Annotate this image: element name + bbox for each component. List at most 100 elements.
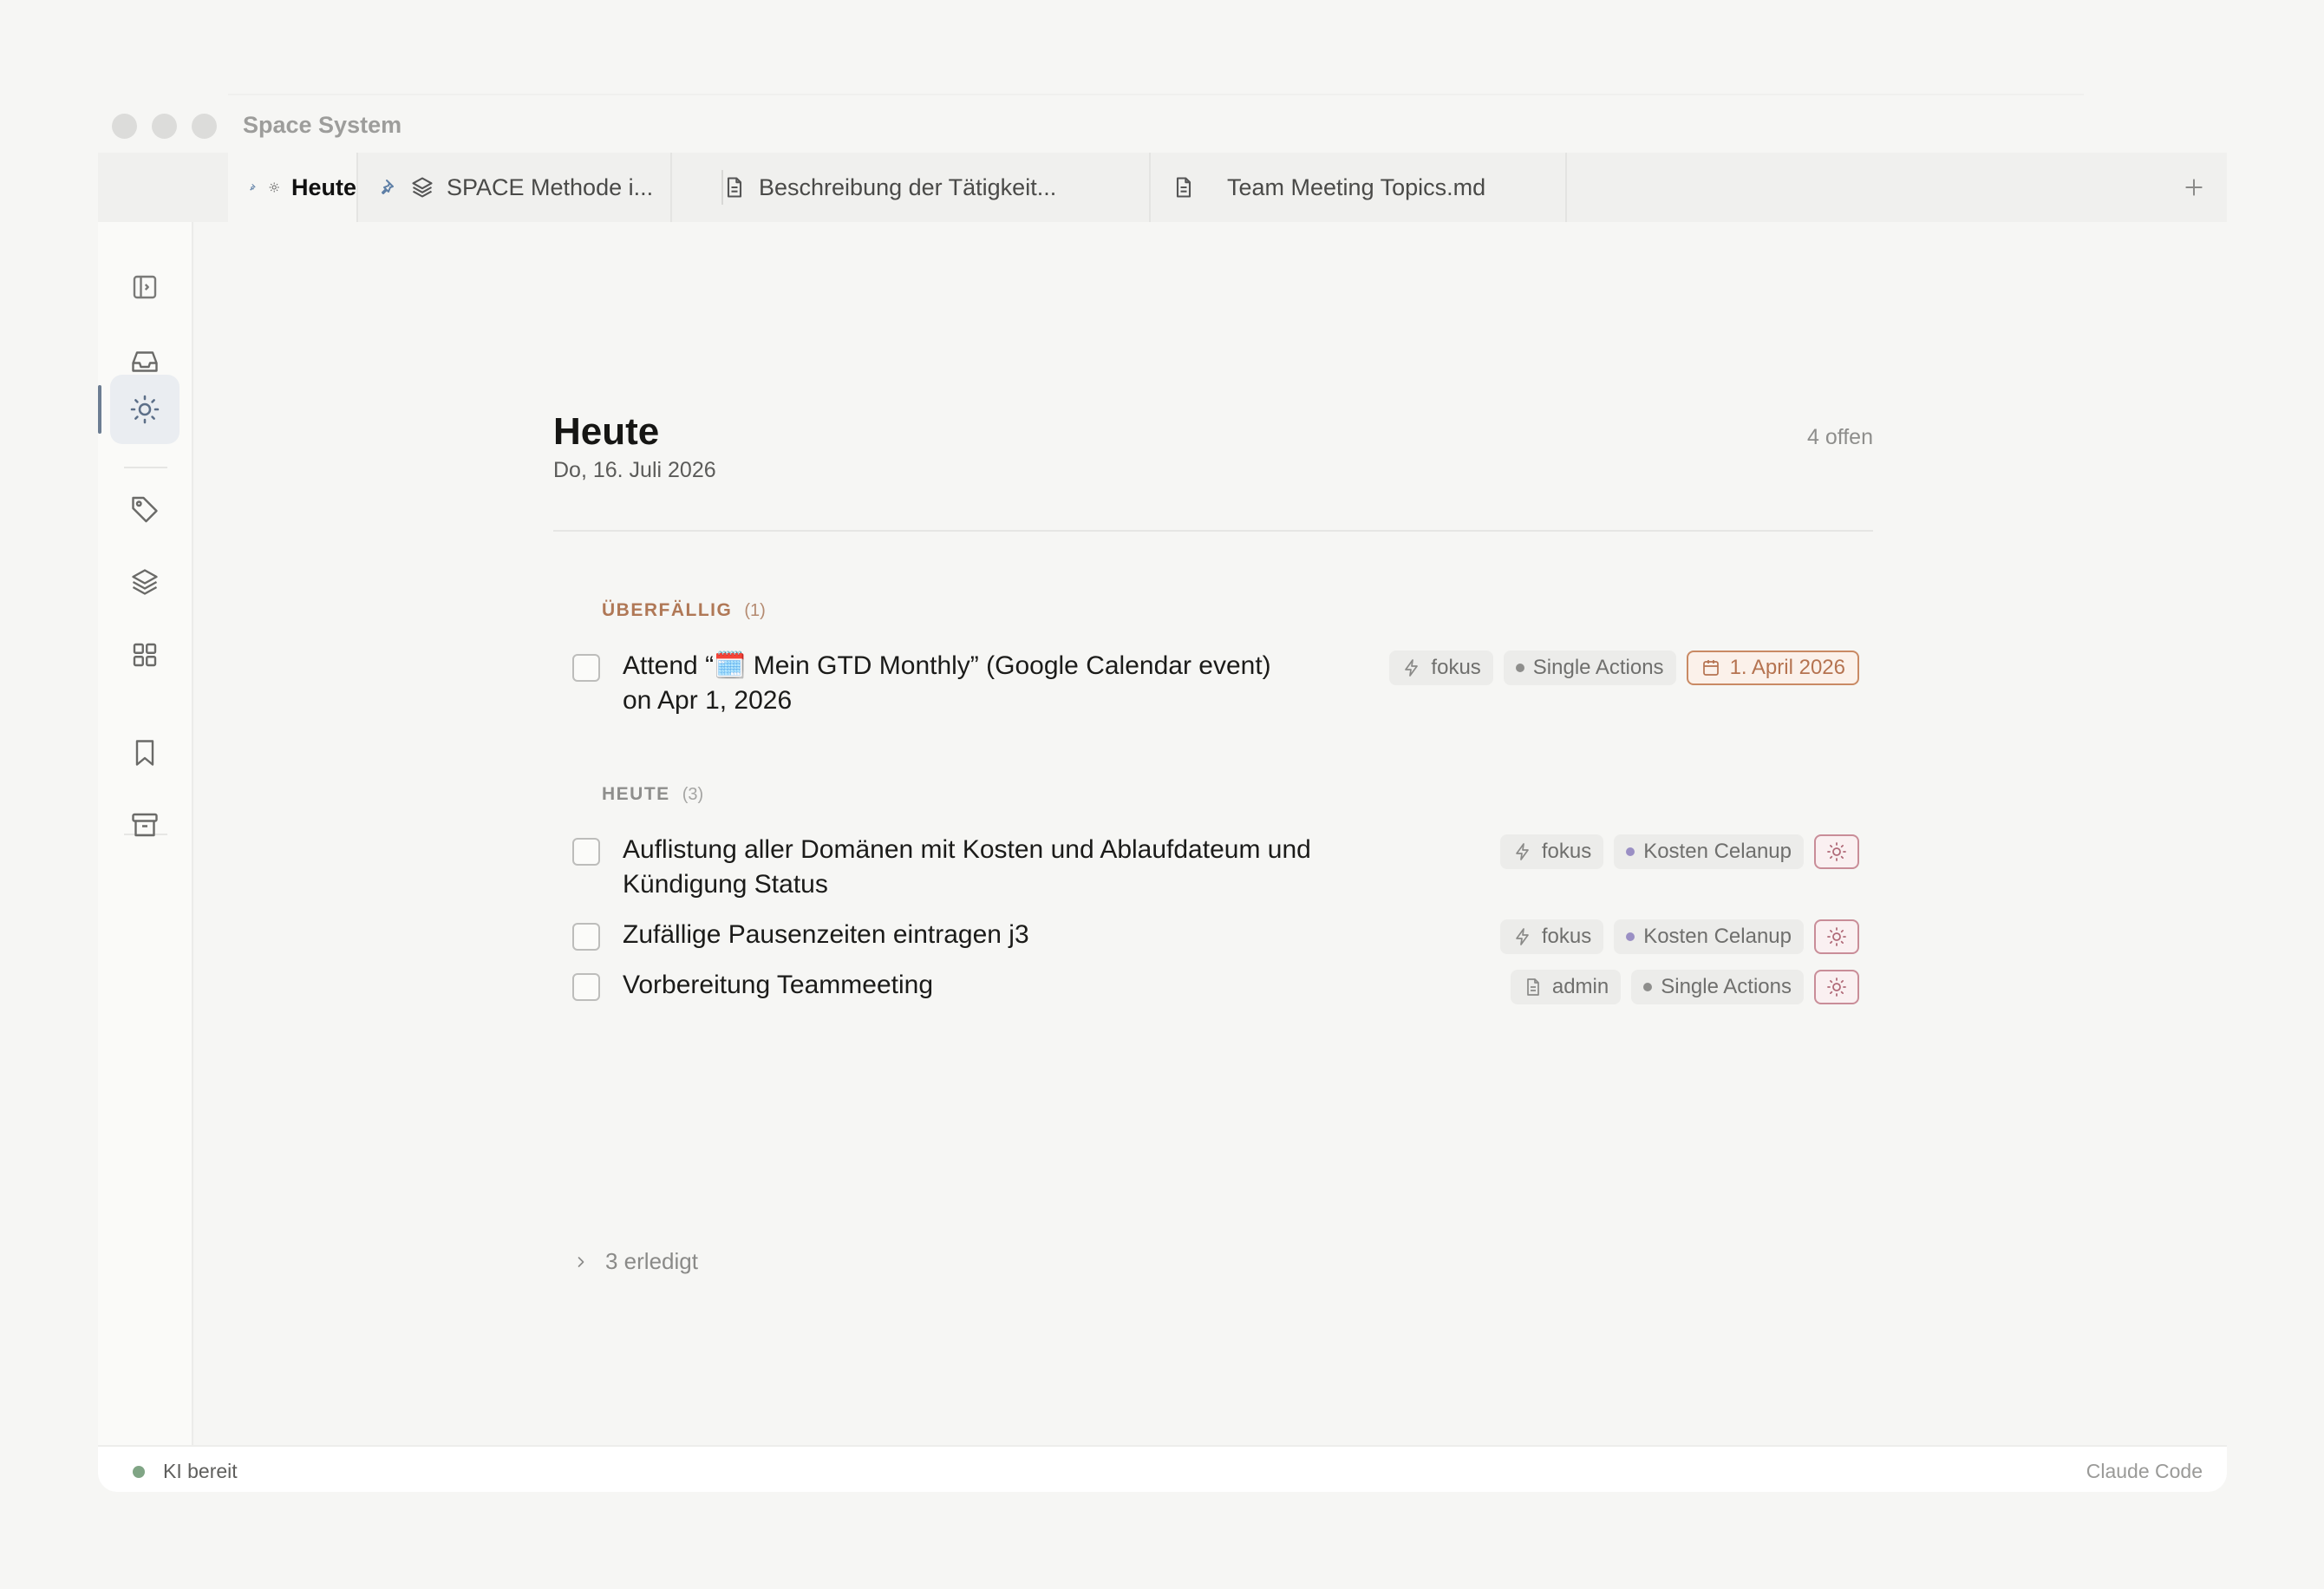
- pin-icon: [382, 180, 394, 194]
- task-title[interactable]: Vorbereitung Teammeeting: [623, 968, 1334, 1003]
- sidebar-item-today[interactable]: [110, 375, 180, 444]
- section-label-today: HEUTE (3): [602, 784, 703, 805]
- document-icon: [1176, 177, 1191, 198]
- task-checkbox[interactable]: [572, 973, 600, 1001]
- plus-icon: [2185, 179, 2203, 196]
- app-window: Space System Heute SPACE Methode i... Be…: [98, 94, 2227, 1492]
- tab-label: Heute: [290, 173, 356, 200]
- tag-label: Kosten Celanup: [1643, 840, 1792, 863]
- tab-label: SPACE Methode i...: [447, 173, 654, 200]
- task-checkbox[interactable]: [572, 923, 600, 951]
- task-checkbox[interactable]: [572, 654, 600, 682]
- sun-icon: [269, 182, 279, 193]
- tag-label: fokus: [1541, 840, 1592, 863]
- tag-label: Single Actions: [1532, 656, 1664, 679]
- project-dot: [1626, 847, 1635, 856]
- page-title: Heute: [553, 410, 660, 453]
- project-dot: [1626, 932, 1635, 941]
- section-label-overdue: ÜBERFÄLLIG (1): [602, 600, 766, 621]
- due-date-label: 1. April 2026: [1729, 656, 1845, 679]
- context-tag[interactable]: fokus: [1499, 919, 1604, 954]
- header-divider: [553, 530, 1873, 532]
- sun-icon: [130, 395, 160, 424]
- page-date: Do, 16. Juli 2026: [553, 458, 716, 482]
- task-tags: fokus Kosten Celanup: [1499, 834, 1859, 869]
- tag-label: admin: [1551, 975, 1609, 998]
- new-tab-button[interactable]: [2177, 170, 2211, 205]
- tab-beschreibung[interactable]: Beschreibung der Tätigkeit...: [672, 153, 1151, 222]
- chevron-right-icon: [578, 1256, 584, 1267]
- context-tag[interactable]: admin: [1510, 970, 1622, 1004]
- tab-label: Beschreibung der Tätigkeit...: [759, 173, 1057, 200]
- sidebar-item-tags[interactable]: [110, 474, 180, 543]
- section-count: (1): [744, 601, 766, 620]
- status-provider[interactable]: Claude Code: [2086, 1460, 2203, 1483]
- project-tag[interactable]: Single Actions: [1503, 651, 1676, 685]
- sun-icon: [1827, 978, 1846, 997]
- task-title[interactable]: Zufällige Pausenzeiten eintragen j3: [623, 918, 1334, 952]
- context-tag[interactable]: fokus: [1499, 834, 1604, 869]
- today-badge[interactable]: [1814, 970, 1859, 1004]
- section-title: ÜBERFÄLLIG: [602, 600, 733, 620]
- sidebar-item-areas[interactable]: [110, 620, 180, 690]
- completed-toggle[interactable]: 3 erledigt: [572, 1248, 698, 1275]
- section-count: (3): [682, 785, 704, 804]
- task-title[interactable]: Auflistung aller Domänen mit Kosten und …: [623, 833, 1334, 902]
- tab-space-methode[interactable]: SPACE Methode i...: [358, 153, 672, 222]
- document-icon: [1527, 978, 1539, 996]
- section-title: HEUTE: [602, 784, 670, 804]
- completed-label: 3 erledigt: [605, 1248, 698, 1274]
- layers-icon: [412, 177, 433, 198]
- today-badge[interactable]: [1814, 919, 1859, 954]
- pin-icon: [250, 184, 256, 191]
- status-text: KI bereit: [163, 1460, 238, 1482]
- bolt-icon: [1515, 843, 1529, 860]
- tab-bar: Heute SPACE Methode i... Beschreibung de…: [98, 153, 2227, 222]
- task-checkbox[interactable]: [572, 838, 600, 866]
- tag-label: fokus: [1431, 656, 1481, 679]
- status-bar: KI bereit Claude Code: [98, 1445, 2227, 1492]
- sun-icon: [1827, 842, 1846, 861]
- task-title-line: Auflistung aller Domänen mit Kosten und …: [623, 835, 1311, 864]
- status-indicator: [133, 1466, 145, 1478]
- tab-team-meeting[interactable]: Team Meeting Topics.md: [1151, 153, 1567, 222]
- project-tag[interactable]: Single Actions: [1631, 970, 1804, 1004]
- project-tag[interactable]: Kosten Celanup: [1614, 919, 1804, 954]
- context-tag[interactable]: fokus: [1389, 651, 1493, 685]
- sidebar-toggle-icon: [133, 275, 157, 299]
- project-dot: [1643, 983, 1653, 991]
- bolt-icon: [1405, 659, 1419, 677]
- sun-icon: [1827, 927, 1846, 946]
- grid-icon: [133, 643, 157, 667]
- minimize-window-button[interactable]: [152, 114, 177, 139]
- sidebar-toggle-button[interactable]: [110, 252, 180, 322]
- today-badge[interactable]: [1814, 834, 1859, 869]
- maximize-window-button[interactable]: [192, 114, 217, 139]
- due-date-badge[interactable]: 1. April 2026: [1686, 651, 1859, 685]
- active-indicator: [98, 385, 101, 434]
- task-title-line: on Apr 1, 2026: [623, 686, 793, 715]
- project-tag[interactable]: Kosten Celanup: [1614, 834, 1804, 869]
- tag-label: Kosten Celanup: [1643, 925, 1792, 948]
- tag-label: fokus: [1541, 925, 1592, 948]
- task-tags: admin Single Actions: [1510, 970, 1859, 1004]
- calendar-icon: [1702, 660, 1719, 676]
- task-title-line: Attend “🗓️ Mein GTD Monthly” (Google Cal…: [623, 651, 1271, 680]
- close-window-button[interactable]: [112, 114, 137, 139]
- sidebar-item-projects[interactable]: [110, 547, 180, 617]
- tab-heute[interactable]: Heute: [228, 153, 358, 222]
- sidebar-item-archive[interactable]: [110, 790, 180, 860]
- sidebar: [98, 222, 193, 1445]
- tab-label: Team Meeting Topics.md: [1227, 173, 1486, 200]
- sidebar-item-bookmarks[interactable]: [110, 718, 180, 788]
- bookmark-icon: [135, 740, 154, 766]
- bolt-icon: [1515, 928, 1529, 945]
- task-title[interactable]: Attend “🗓️ Mein GTD Monthly” (Google Cal…: [623, 649, 1334, 718]
- title-bar: Space System: [98, 94, 2227, 153]
- tag-label: Single Actions: [1661, 975, 1792, 998]
- archive-icon: [132, 813, 158, 837]
- task-title-line: Kündigung Status: [623, 870, 828, 899]
- task-tags: fokus Kosten Celanup: [1499, 919, 1859, 954]
- inbox-icon: [132, 351, 158, 372]
- document-icon: [727, 177, 742, 198]
